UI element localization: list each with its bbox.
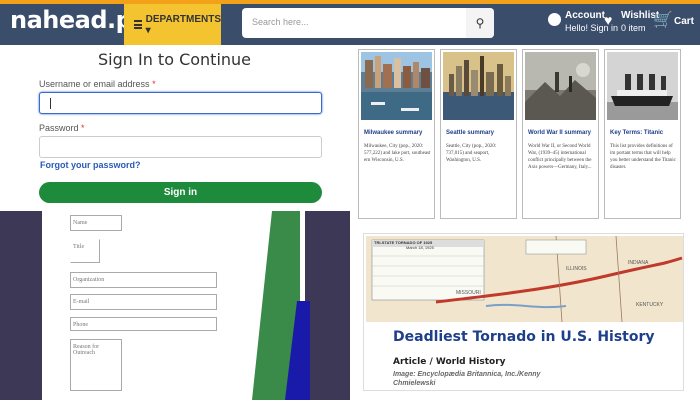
card-description: This list provides definitions of im por…: [610, 144, 676, 170]
milwaukee-image: [361, 52, 432, 120]
cart-link[interactable]: Cart: [674, 16, 694, 27]
user-icon[interactable]: [548, 13, 561, 26]
map-state-missouri: MISSOURI: [456, 290, 481, 296]
password-label: Password *: [39, 123, 85, 133]
username-input[interactable]: [39, 92, 322, 114]
article-subtitle: Article / World History: [393, 357, 506, 367]
panel-left-band: [0, 211, 42, 400]
signin-heading: Sign In to Continue: [98, 50, 252, 69]
card-description: Milwaukee, City (pop., 2020: 577,222) an…: [364, 144, 431, 163]
password-input[interactable]: [39, 136, 322, 158]
page: nahead.pk DEPARTMENTS ▾ Search here... ⚲…: [0, 0, 700, 400]
search-box[interactable]: Search here... ⚲: [242, 8, 494, 38]
phone-field[interactable]: Phone: [70, 317, 217, 331]
map-state-indiana: INDIANA: [628, 260, 649, 266]
world-war-ii-image: [525, 52, 596, 120]
username-label: Username or email address *: [39, 79, 156, 89]
card-title[interactable]: World War II summary: [528, 130, 596, 136]
titanic-image: [607, 52, 678, 120]
reason-textarea[interactable]: Reason for Outreach: [70, 339, 122, 391]
card-title[interactable]: Milwaukee summary: [364, 130, 432, 136]
card-seattle[interactable]: Seattle summary Seattle, City (pop., 202…: [440, 49, 517, 219]
wishlist-count: 0 item: [621, 23, 646, 33]
accent-strip: [0, 0, 700, 4]
title-field[interactable]: Title: [70, 239, 100, 263]
card-title[interactable]: Key Terms: Titanic: [610, 130, 678, 136]
top-header-bar: nahead.pk DEPARTMENTS ▾ Search here... ⚲…: [0, 0, 700, 45]
cart-icon[interactable]: 🛒: [653, 10, 673, 30]
departments-button[interactable]: DEPARTMENTS ▾: [124, 4, 221, 45]
card-title[interactable]: Seattle summary: [446, 130, 514, 136]
organization-field[interactable]: Organization: [70, 272, 217, 288]
contact-form-panel: Name Title Organization E-mail Phone Rea…: [0, 211, 350, 400]
forgot-password-link[interactable]: Forgot your password?: [40, 160, 141, 170]
card-world-war-ii[interactable]: World War II summary World War II, or Se…: [522, 49, 599, 219]
map-state-illinois: ILLINOIS: [566, 266, 587, 272]
heart-icon[interactable]: ♥: [604, 12, 612, 28]
email-field[interactable]: E-mail: [70, 294, 217, 310]
search-input[interactable]: Search here...: [252, 17, 309, 27]
article-title[interactable]: Deadliest Tornado in U.S. History: [393, 330, 655, 344]
card-milwaukee[interactable]: Milwaukee summary Milwaukee, City (pop.,…: [358, 49, 435, 219]
map-state-kentucky: KENTUCKY: [636, 302, 664, 308]
name-field[interactable]: Name: [70, 215, 122, 231]
search-icon[interactable]: ⚲: [466, 8, 494, 38]
signin-button[interactable]: Sign in: [39, 182, 322, 203]
image-credit: Image: Encyclopædia Britannica, Inc./Ken…: [393, 371, 541, 387]
menu-icon: [134, 20, 142, 29]
card-description: Seattle, City (pop., 2020: 737,015) and …: [446, 144, 497, 163]
tornado-map-image: TRI-STATE TORNADO OF 1925 March 18, 1925…: [366, 236, 683, 322]
card-description: World War II, or Second World War, (1939…: [528, 144, 592, 170]
text-caret: [50, 98, 51, 109]
tornado-article-card[interactable]: TRI-STATE TORNADO OF 1925 March 18, 1925…: [363, 233, 684, 391]
panel-right-band: [305, 211, 350, 400]
card-titanic[interactable]: Key Terms: Titanic This list provides de…: [604, 49, 681, 219]
seattle-image: [443, 52, 514, 120]
departments-label: DEPARTMENTS ▾: [145, 13, 221, 36]
map-date: March 18, 1925: [406, 245, 434, 250]
